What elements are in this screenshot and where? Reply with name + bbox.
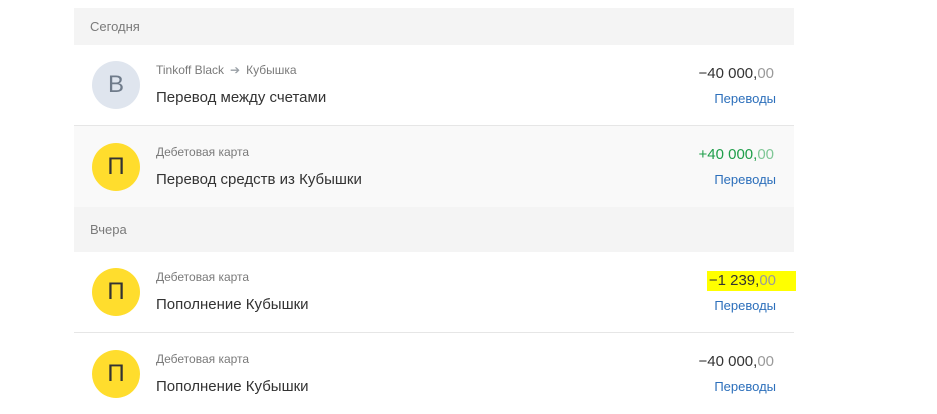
amount-cents: 00 (757, 64, 774, 82)
amount-cents: 00 (757, 353, 774, 370)
operation-amount: −40 000,00 (697, 64, 777, 84)
avatar: П (92, 142, 140, 191)
operation-category-link[interactable]: Переводы (714, 378, 776, 395)
section-header-today: Сегодня (74, 8, 794, 45)
amount-cents: 00 (757, 146, 774, 163)
operation-category-link[interactable]: Переводы (714, 171, 776, 188)
avatar-letter: П (107, 152, 125, 180)
operation-title: Перевод средств из Кубышки (156, 170, 362, 188)
operation-amount: −40 000,00 (697, 352, 777, 372)
amount-cents: 00 (759, 271, 776, 289)
avatar-letter: П (107, 278, 125, 305)
operation-title: Пополнение Кубышки (156, 377, 309, 395)
operation-row[interactable]: П Дебетовая карта Пополнение Кубышки −40… (74, 333, 794, 414)
amount-main: −40 000, (698, 353, 758, 370)
operation-subtitle: Дебетовая карта (156, 270, 250, 284)
operation-category-link[interactable]: Переводы (714, 297, 776, 314)
operations-list: Сегодня В Tinkoff Black ➔ Кубышка Перево… (74, 0, 796, 414)
operation-subtitle: Tinkoff Black ➔ Кубышка (156, 62, 616, 78)
avatar: П (92, 268, 140, 316)
operation-subtitle: Дебетовая карта (156, 351, 250, 366)
account-from: Tinkoff Black (156, 63, 225, 77)
section-header-yesterday: Вчера (74, 207, 794, 252)
avatar-letter: В (107, 71, 124, 98)
arrow-right-icon: ➔ (230, 63, 241, 77)
operation-subtitle: Дебетовая карта (156, 144, 250, 159)
operation-row[interactable]: П Дебетовая карта Пополнение Кубышки −1 … (74, 252, 796, 333)
operation-amount: +40 000,00 (697, 145, 777, 165)
operation-title: Пополнение Кубышки (156, 296, 309, 313)
operation-row[interactable]: В Tinkoff Black ➔ Кубышка Перевод между … (74, 45, 794, 126)
operation-title: Перевод между счетами (156, 89, 327, 106)
operation-row[interactable]: П Дебетовая карта Перевод средств из Куб… (74, 126, 794, 207)
amount-main: −40 000, (698, 64, 758, 82)
amount-main: −1 239, (708, 271, 760, 289)
avatar-letter: П (107, 359, 125, 387)
amount-main: +40 000, (698, 146, 758, 163)
operation-amount: −1 239,00 (706, 270, 796, 291)
avatar: П (92, 349, 140, 398)
section-date-label: Сегодня (90, 19, 140, 34)
section-date-label: Вчера (90, 222, 127, 237)
account-to: Кубышка (246, 63, 297, 77)
avatar: В (92, 61, 140, 109)
operation-category-link[interactable]: Переводы (714, 90, 776, 107)
